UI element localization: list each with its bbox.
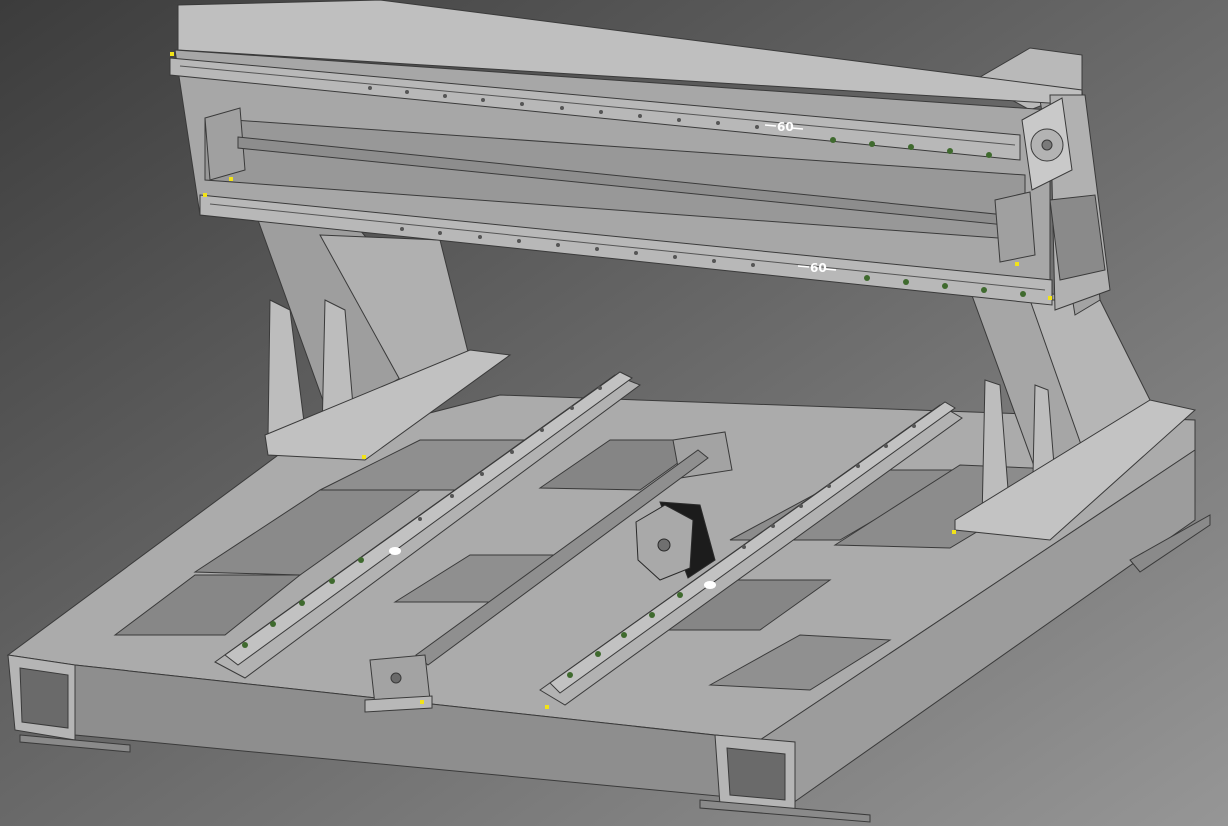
cad-viewport[interactable]: 60 60 <box>0 0 1228 826</box>
bearing-block <box>994 191 1036 263</box>
left-tube-hole <box>19 667 69 729</box>
lower-rail-dimension-label: 60 <box>810 261 827 275</box>
motor-shaft <box>657 538 671 552</box>
dimension-arrow <box>764 124 777 127</box>
dimension-arrow <box>797 265 810 268</box>
upper-rail-dimension-label: 60 <box>777 120 794 134</box>
bearing-hole <box>390 672 402 684</box>
right-tube-hole <box>726 747 786 801</box>
motor-shaft <box>1041 139 1053 151</box>
gantry-end-hole <box>1049 194 1106 281</box>
cnc-frame-model: 60 60 <box>0 0 1228 826</box>
